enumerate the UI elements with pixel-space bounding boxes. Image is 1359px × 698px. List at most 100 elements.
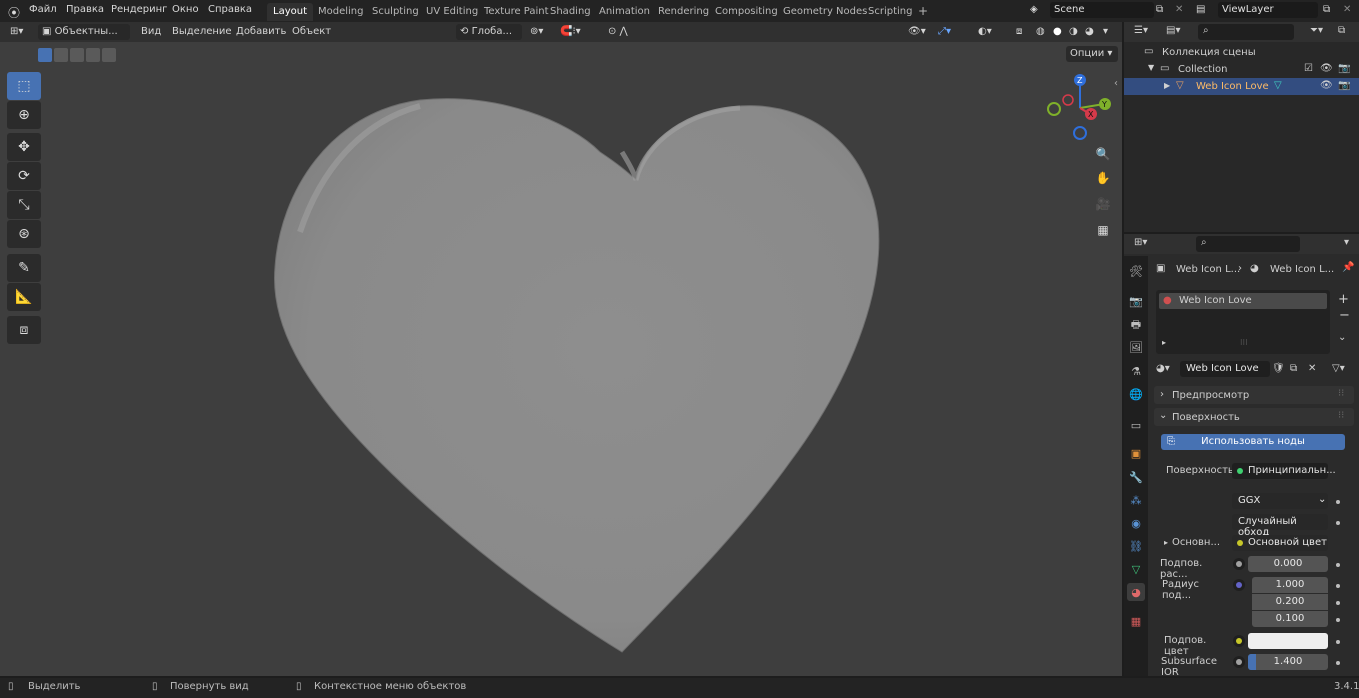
- scene-field[interactable]: Scene: [1050, 2, 1154, 18]
- menu-file[interactable]: Файл: [29, 4, 57, 15]
- tab-constraints-icon[interactable]: ⛓: [1127, 537, 1145, 555]
- menu-render[interactable]: Рендеринг: [111, 4, 167, 15]
- tab-modeling[interactable]: Modeling: [312, 3, 370, 21]
- unlink-material-icon[interactable]: ✕: [1308, 363, 1316, 374]
- gizmo-neg-z-axis[interactable]: [1073, 126, 1087, 140]
- tab-material-icon[interactable]: ◕: [1127, 583, 1145, 601]
- close-scene-icon[interactable]: ✕: [1175, 4, 1183, 15]
- tab-particles-icon[interactable]: ⁂: [1127, 491, 1145, 509]
- tab-scripting[interactable]: Scripting: [862, 3, 918, 21]
- tab-animation[interactable]: Animation: [593, 3, 656, 21]
- tab-render-icon[interactable]: 📷: [1127, 292, 1145, 310]
- keyframe-dot[interactable]: [1336, 640, 1340, 644]
- outliner-scene-collection-row[interactable]: ▭ Коллекция сцены: [1124, 44, 1359, 61]
- subsurface-color-swatch[interactable]: [1248, 633, 1328, 649]
- tab-world-icon[interactable]: 🌐: [1127, 385, 1145, 403]
- pan-view-button[interactable]: ✋: [1093, 168, 1113, 188]
- panel-preview-header[interactable]: › Предпросмотр ⁝⁝: [1154, 386, 1354, 404]
- outliner-collection-row[interactable]: ▼ ▭ Collection ☑ 👁 📷: [1124, 61, 1359, 78]
- outliner-editor-icon[interactable]: ☰▾: [1134, 25, 1148, 36]
- viewlayer-field[interactable]: ViewLayer: [1218, 2, 1318, 18]
- close-viewlayer-icon[interactable]: ✕: [1343, 4, 1351, 15]
- distribution-dropdown[interactable]: GGX ⌄: [1232, 493, 1328, 509]
- menu-window[interactable]: Окно: [172, 4, 199, 15]
- material-slot-list[interactable]: ● Web Icon Love ▸ ⁝⁝⁝: [1156, 290, 1330, 354]
- camera-view-button[interactable]: 🎥: [1093, 194, 1113, 214]
- tab-layout[interactable]: Layout: [267, 3, 313, 21]
- expand-arrow-icon[interactable]: ▶: [1164, 81, 1170, 90]
- link-mode-icon[interactable]: ▽▾: [1332, 363, 1345, 374]
- use-nodes-button[interactable]: ⎘ Использовать ноды: [1161, 434, 1345, 450]
- sidebar-toggle-icon[interactable]: ‹: [1114, 78, 1118, 89]
- tab-modifiers-icon[interactable]: 🔧: [1127, 468, 1145, 486]
- tab-texture-icon[interactable]: ▦: [1127, 612, 1145, 630]
- float-socket-icon[interactable]: [1233, 656, 1245, 668]
- subsurface-radius-y-field[interactable]: 0.200: [1252, 594, 1328, 610]
- vector-socket-icon[interactable]: [1233, 579, 1245, 591]
- material-breadcrumb[interactable]: Web Icon L...: [1270, 264, 1334, 275]
- drag-handle-icon[interactable]: ⁝⁝: [1338, 410, 1344, 421]
- subsurface-weight-field[interactable]: 0.000: [1248, 556, 1328, 572]
- tab-geometry-nodes[interactable]: Geometry Nodes: [777, 3, 873, 21]
- new-scene-icon[interactable]: ⧉: [1156, 4, 1163, 15]
- display-mode-icon[interactable]: ▤▾: [1166, 25, 1180, 36]
- tab-uv-editing[interactable]: UV Editing: [420, 3, 484, 21]
- properties-search-input[interactable]: ⌕: [1196, 236, 1300, 252]
- add-workspace-button[interactable]: +: [912, 3, 934, 21]
- keyframe-dot[interactable]: [1336, 601, 1340, 605]
- add-slot-button[interactable]: +: [1338, 292, 1349, 307]
- tab-shading[interactable]: Shading: [544, 3, 597, 21]
- collapse-arrow-icon[interactable]: ▼: [1148, 63, 1154, 72]
- tab-view-layer-icon[interactable]: 🖼: [1127, 338, 1145, 356]
- zoom-view-button[interactable]: 🔍: [1093, 144, 1113, 164]
- 3d-viewport[interactable]: ⊞▾ ▣ Объектны... Вид Выделение Добавить …: [0, 22, 1122, 676]
- heart-mesh-canvas[interactable]: [0, 22, 1122, 676]
- properties-editor-icon[interactable]: ⊞▾: [1134, 237, 1147, 248]
- collection-eye-icon[interactable]: 👁: [1320, 63, 1333, 74]
- object-breadcrumb[interactable]: Web Icon L...: [1176, 264, 1240, 275]
- keyframe-dot[interactable]: [1336, 521, 1340, 525]
- slot-specials-icon[interactable]: ⌄: [1338, 332, 1346, 343]
- heart-mesh[interactable]: [273, 98, 880, 653]
- tab-data-icon[interactable]: ▽: [1127, 560, 1145, 578]
- menu-help[interactable]: Справка: [208, 4, 252, 15]
- base-color-link-field[interactable]: Основной цвет: [1232, 535, 1328, 551]
- float-socket-icon[interactable]: [1233, 558, 1245, 570]
- viewlayer-icon[interactable]: ▤: [1196, 4, 1205, 15]
- fake-user-icon[interactable]: 🛡: [1272, 363, 1285, 374]
- subsurface-method-dropdown[interactable]: Случайный обход: [1232, 514, 1328, 538]
- keyframe-dot[interactable]: [1336, 618, 1340, 622]
- tab-physics-icon[interactable]: ◉: [1127, 514, 1145, 532]
- collection-checkbox[interactable]: ☑: [1304, 63, 1313, 74]
- browse-material-icon[interactable]: ◕▾: [1156, 363, 1170, 374]
- properties-options-icon[interactable]: ▾: [1344, 237, 1349, 248]
- object-eye-icon[interactable]: 👁: [1320, 80, 1333, 91]
- menu-edit[interactable]: Правка: [66, 4, 104, 15]
- expand-arrow-icon[interactable]: ▸: [1164, 538, 1168, 547]
- drag-handle-icon[interactable]: ⁝⁝: [1338, 388, 1344, 399]
- filter-icon[interactable]: ⏷▾: [1310, 25, 1323, 36]
- tab-collection-icon[interactable]: ▭: [1127, 416, 1145, 434]
- tab-output-icon[interactable]: 🖶: [1127, 316, 1145, 334]
- subsurface-ior-slider[interactable]: 1.400: [1248, 654, 1328, 670]
- panel-surface-header[interactable]: ⌄ Поверхность ⁝⁝: [1154, 408, 1354, 426]
- blender-logo-icon[interactable]: ⦿: [8, 4, 20, 21]
- new-collection-icon[interactable]: ⧉: [1338, 25, 1345, 36]
- keyframe-dot[interactable]: [1336, 500, 1340, 504]
- keyframe-dot[interactable]: [1336, 661, 1340, 665]
- object-camera-icon[interactable]: 📷: [1338, 80, 1350, 91]
- mesh-data-icon[interactable]: ▽: [1274, 80, 1282, 91]
- outliner-search-input[interactable]: ⌕: [1198, 24, 1294, 40]
- material-name-field[interactable]: Web Icon Love: [1180, 361, 1270, 377]
- tab-rendering[interactable]: Rendering: [652, 3, 715, 21]
- tab-compositing[interactable]: Compositing: [709, 3, 784, 21]
- keyframe-dot[interactable]: [1336, 563, 1340, 567]
- outliner-object-row[interactable]: ▶ ▽ Web Icon Love ▽ 👁 📷: [1124, 78, 1359, 95]
- tab-tool-icon[interactable]: 🛠: [1127, 262, 1145, 280]
- new-viewlayer-icon[interactable]: ⧉: [1323, 4, 1330, 15]
- resize-handle-icon[interactable]: ⁝⁝⁝: [1240, 338, 1248, 347]
- collection-camera-icon[interactable]: 📷: [1338, 63, 1350, 74]
- ortho-toggle-button[interactable]: ▦: [1093, 220, 1113, 240]
- scene-icon[interactable]: ◈: [1030, 4, 1038, 15]
- tab-object-icon[interactable]: ▣: [1127, 444, 1145, 462]
